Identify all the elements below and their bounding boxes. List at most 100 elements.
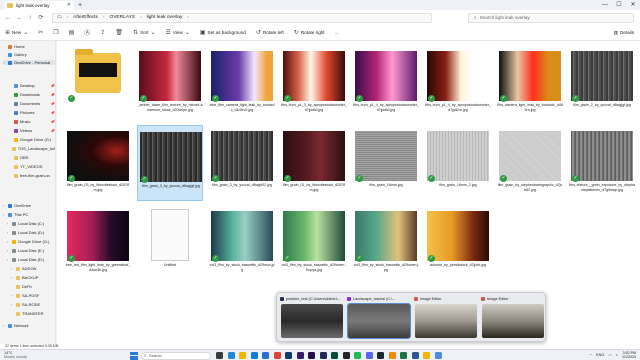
chevron-right-icon[interactable]: › [7, 249, 10, 253]
premiere-icon[interactable] [308, 352, 315, 359]
file-item[interactable]: ✓ film_grain_16mm.jpg [353, 125, 419, 201]
sidebar-item[interactable]: Google Drive (G:) [3, 137, 55, 142]
word-icon[interactable] [411, 352, 419, 359]
task-view-icon[interactable] [216, 352, 223, 359]
sidebar-item[interactable]: OBS [3, 155, 55, 160]
sidebar-item[interactable]: › Local Disk (E:) [3, 248, 55, 253]
sidebar-item[interactable]: Videos 📌 [3, 128, 55, 133]
sidebar-item[interactable]: free-film-grain-ov [3, 173, 55, 178]
chevron-right-icon[interactable]: › [7, 240, 10, 244]
chevron-right-icon[interactable]: › [7, 258, 10, 262]
chevron-right-icon[interactable]: › [11, 276, 14, 280]
chevron-right-icon[interactable]: › [7, 231, 10, 235]
file-item[interactable]: ✓ vol3_film_by_stock_bascettic_d29wven - … [281, 205, 347, 281]
file-explorer-icon[interactable] [239, 352, 246, 359]
weather-widget[interactable]: 14°C Mostly cloudy [4, 351, 27, 359]
file-item[interactable]: ✓ film_grain_3_by_yuccai_d6wgh02.jpg [209, 125, 275, 201]
lang-indicator[interactable]: ENG [596, 353, 604, 357]
file-item[interactable]: ✓ film_grain_16mm_2.jpg [425, 125, 491, 201]
file-item[interactable]: ✓ film_burn_p1_3_by_apropostockwonder_d7j… [281, 45, 347, 121]
sidebar-item[interactable]: › Local Disk (D:) [3, 230, 55, 235]
media-encoder-icon[interactable] [319, 352, 327, 359]
discord-icon[interactable] [365, 352, 373, 359]
sidebar-item[interactable]: YT_VIDEOS [3, 164, 55, 169]
edge-icon[interactable] [250, 352, 258, 359]
sidebar-item[interactable]: Documents 📌 [3, 101, 55, 106]
steam-icon[interactable] [377, 352, 384, 359]
up-icon[interactable]: ↑ [27, 15, 33, 21]
chevron-right-icon[interactable]: › [3, 213, 6, 217]
widgets-icon[interactable] [227, 352, 235, 359]
refresh-icon[interactable]: ⟳ [38, 14, 44, 21]
share-button[interactable]: ⇪ [100, 29, 105, 36]
minimize-button[interactable]: — [598, 0, 612, 10]
file-item[interactable]: ✓ film_grain_2_by_yuccai_d6wgjgf.jpg [569, 45, 635, 121]
spotify-icon[interactable] [354, 352, 361, 359]
sidebar-item[interactable]: › SA-RODE [3, 302, 55, 307]
sidebar-item[interactable]: Desktop 📌 [3, 83, 55, 88]
file-item[interactable]: Untitled [137, 205, 203, 281]
sidebar-item[interactable]: TRANSFER [3, 311, 55, 316]
breadcrumb[interactable]: ▭ › AfterEffects › OVERLAYS › light leak… [52, 12, 432, 23]
store-icon[interactable] [262, 352, 269, 359]
sidebar-item[interactable]: › OneDrive - Personal [3, 60, 55, 65]
file-item[interactable]: ✓ film_grain_3_by_yuccai_d6wgjgf.jpg [137, 125, 203, 201]
back-icon[interactable]: ← [5, 15, 11, 21]
file-item[interactable]: ✓ free_red_film_light_leak_by_greensleaf_… [65, 205, 131, 281]
search-input[interactable]: ⌕ Search light leak overlay [468, 12, 634, 23]
sidebar-item[interactable]: Gallery [3, 52, 55, 57]
sidebar-item[interactable]: Pictures 📌 [3, 110, 55, 115]
wifi-icon[interactable]: ◠ [608, 353, 611, 358]
window-preview[interactable]: Image Editor [481, 296, 545, 340]
close-window-button[interactable]: ✕ [626, 0, 640, 10]
paste-button[interactable]: ▤ [69, 29, 75, 36]
file-item[interactable]: ✓ [65, 45, 131, 121]
breadcrumb-item[interactable]: light leak overlay [147, 15, 183, 20]
sidebar-item[interactable]: › Local Disk (D:) [3, 257, 55, 262]
volume-icon[interactable]: ◖ [616, 353, 618, 357]
file-item[interactable]: ✓ vol3_film_by_stock_bascettic_d29wven.jp… [353, 205, 419, 281]
window-preview[interactable]: Image Editor [414, 296, 478, 340]
file-item[interactable]: ✓ autumn_by_pencilstock_d7jpxh.jpg [425, 205, 491, 281]
file-item[interactable]: ✓ film_camera_light_leak_by_tonicsdc_d4d3… [497, 45, 563, 121]
chevron-right-icon[interactable]: › [7, 222, 10, 226]
file-item[interactable]: ✓ film_burn_p1_4_by_apropostockwonder_d7j… [353, 45, 419, 121]
window-preview[interactable]: practice_test (C:\Users\Admin\... [280, 296, 344, 340]
obs-icon[interactable] [342, 352, 350, 359]
sidebar-item[interactable]: › OneDrive [3, 203, 55, 208]
breadcrumb-item[interactable]: OVERLAYS [109, 15, 135, 20]
delete-button[interactable]: 🗑 [115, 29, 123, 36]
excel-icon[interactable] [400, 352, 407, 359]
rotate-right-button[interactable]: ↻ Rotate right [294, 29, 325, 36]
chevron-up-icon[interactable]: ⌃ [589, 353, 592, 358]
audition-icon[interactable] [331, 352, 338, 359]
clock[interactable]: 3:52 PM 1/1/2024 [622, 351, 636, 359]
chevron-right-icon[interactable]: › [3, 324, 6, 328]
sidebar-item[interactable]: › This PC [3, 212, 55, 217]
explorer-active-icon[interactable] [423, 352, 430, 359]
notepad-icon[interactable] [434, 352, 442, 359]
copy-button[interactable]: ❐ [53, 29, 58, 36]
chevron-right-icon[interactable]: › [11, 267, 14, 271]
sidebar-item[interactable]: Home [3, 44, 55, 49]
sidebar-item[interactable]: › ADDON [3, 266, 55, 271]
sidebar-item[interactable]: › Network [3, 323, 55, 328]
file-item[interactable]: ✓ film_burn_p1_4_by_apropostockwonder_d7j… [425, 45, 491, 121]
file-item[interactable]: ✓ blue_film_camera_light_leak_by_tonicsdc… [209, 45, 275, 121]
forward-icon[interactable]: → [16, 15, 22, 21]
file-item[interactable]: ✓ _amber_dawn_film_texture_by_miroeli-and… [137, 45, 203, 121]
chevron-right-icon[interactable]: › [3, 61, 6, 65]
window-preview[interactable]: Landscape_tutorial (C:\... [347, 296, 411, 340]
chevron-right-icon[interactable]: › [11, 294, 14, 298]
close-tab-icon[interactable]: ✕ [67, 2, 71, 8]
chevron-right-icon[interactable]: › [11, 303, 14, 307]
sidebar-item[interactable]: › Google Drive (G:) [3, 239, 55, 244]
sidebar-item[interactable]: Music 📌 [3, 119, 55, 124]
more-button[interactable]: ... [335, 30, 339, 35]
sidebar-item[interactable]: DeFit [3, 284, 55, 289]
details-button[interactable]: ▥ Details [614, 30, 634, 36]
new-button[interactable]: ⊕ New ⌄ [5, 29, 28, 36]
photoshop-icon[interactable] [285, 352, 292, 359]
window-tab[interactable]: light leak overlay ✕ [4, 0, 74, 10]
after-effects-icon[interactable] [296, 352, 304, 359]
